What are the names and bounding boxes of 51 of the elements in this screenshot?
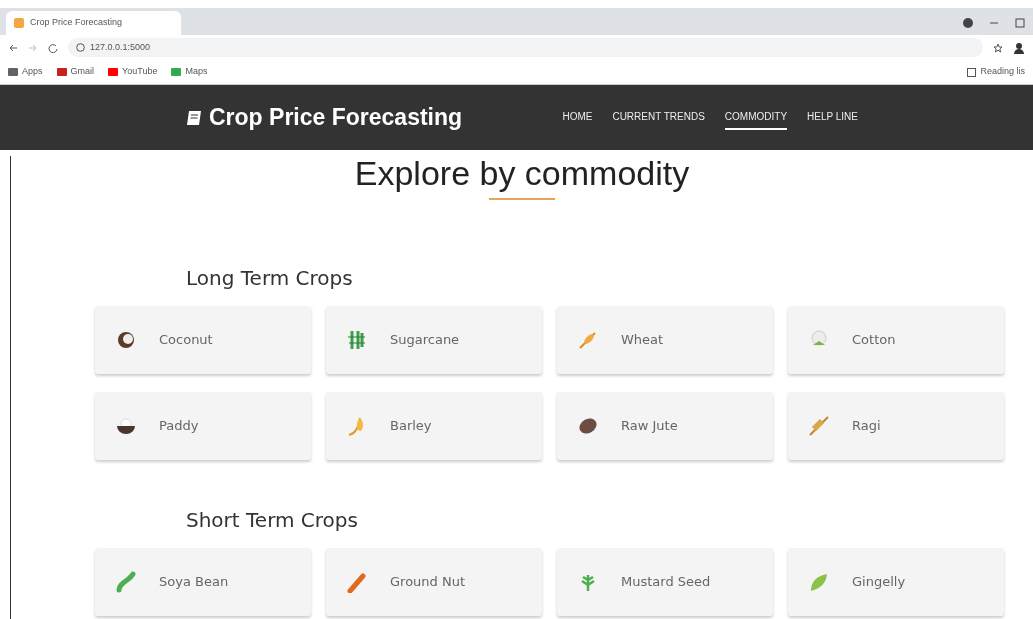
nav-link[interactable]: HOME — [562, 105, 593, 130]
reading-list-button[interactable]: Reading lis — [967, 65, 1025, 79]
bean-pod-icon — [115, 571, 137, 593]
bookmark-icon — [171, 68, 182, 76]
back-icon[interactable] — [8, 42, 18, 53]
bookmark[interactable]: YouTube — [108, 65, 158, 79]
coconut-icon — [115, 329, 137, 351]
reload-icon[interactable] — [48, 42, 58, 53]
peanut-icon — [346, 571, 368, 593]
bookmark-icon — [56, 68, 67, 76]
bookmark[interactable]: Maps — [171, 65, 208, 79]
bookmark-icon — [108, 68, 119, 76]
crop-card[interactable]: Coconut — [95, 306, 311, 374]
potato-icon — [577, 415, 599, 437]
nav-link[interactable]: COMMODITY — [724, 105, 788, 130]
address-bar[interactable]: 127.0.0.1:5000 — [68, 38, 983, 57]
page-title: Explore by commodity — [353, 156, 691, 190]
book-icon — [185, 108, 203, 127]
crop-card[interactable]: Cotton — [788, 306, 1004, 374]
leaf-icon — [808, 571, 830, 593]
nav-link[interactable]: HELP LINE — [807, 105, 858, 130]
section-heading: Long Term Crops — [186, 266, 354, 290]
wheat-icon — [577, 329, 599, 351]
crop-card[interactable]: Wheat — [557, 306, 773, 374]
crop-card[interactable]: Soya Bean — [95, 548, 311, 616]
bamboo-icon — [346, 329, 368, 351]
browser-tab[interactable]: Crop Price Forecasting — [6, 11, 181, 35]
info-icon — [76, 43, 85, 52]
avatar-icon[interactable] — [1013, 41, 1025, 54]
bookmark[interactable]: Apps — [8, 65, 43, 79]
rice-bowl-icon — [115, 415, 137, 437]
brand-logo[interactable]: Crop Price Forecasting — [185, 100, 463, 135]
crop-card[interactable]: Paddy — [95, 392, 311, 460]
crop-card[interactable]: Ragi — [788, 392, 1004, 460]
bookmark[interactable]: Gmail — [56, 65, 95, 79]
section-heading: Short Term Crops — [186, 508, 359, 532]
star-icon[interactable] — [993, 42, 1003, 53]
title-underline — [489, 198, 555, 200]
crop-card[interactable]: Raw Jute — [557, 392, 773, 460]
profile-icon[interactable] — [963, 18, 973, 28]
crop-card[interactable]: Gingelly — [788, 548, 1004, 616]
favicon-icon — [14, 18, 24, 28]
list-icon — [967, 67, 977, 77]
bookmark-icon — [8, 68, 18, 76]
crop-card[interactable]: Barley — [326, 392, 542, 460]
crop-card[interactable]: Sugarcane — [326, 306, 542, 374]
crop-card[interactable]: Mustard Seed — [557, 548, 773, 616]
crop-card[interactable]: Ground Nut — [326, 548, 542, 616]
nav-link[interactable]: CURRENT TRENDS — [612, 105, 705, 130]
maximize-icon[interactable] — [1015, 18, 1025, 28]
tab-title: Crop Price Forecasting — [30, 16, 123, 30]
